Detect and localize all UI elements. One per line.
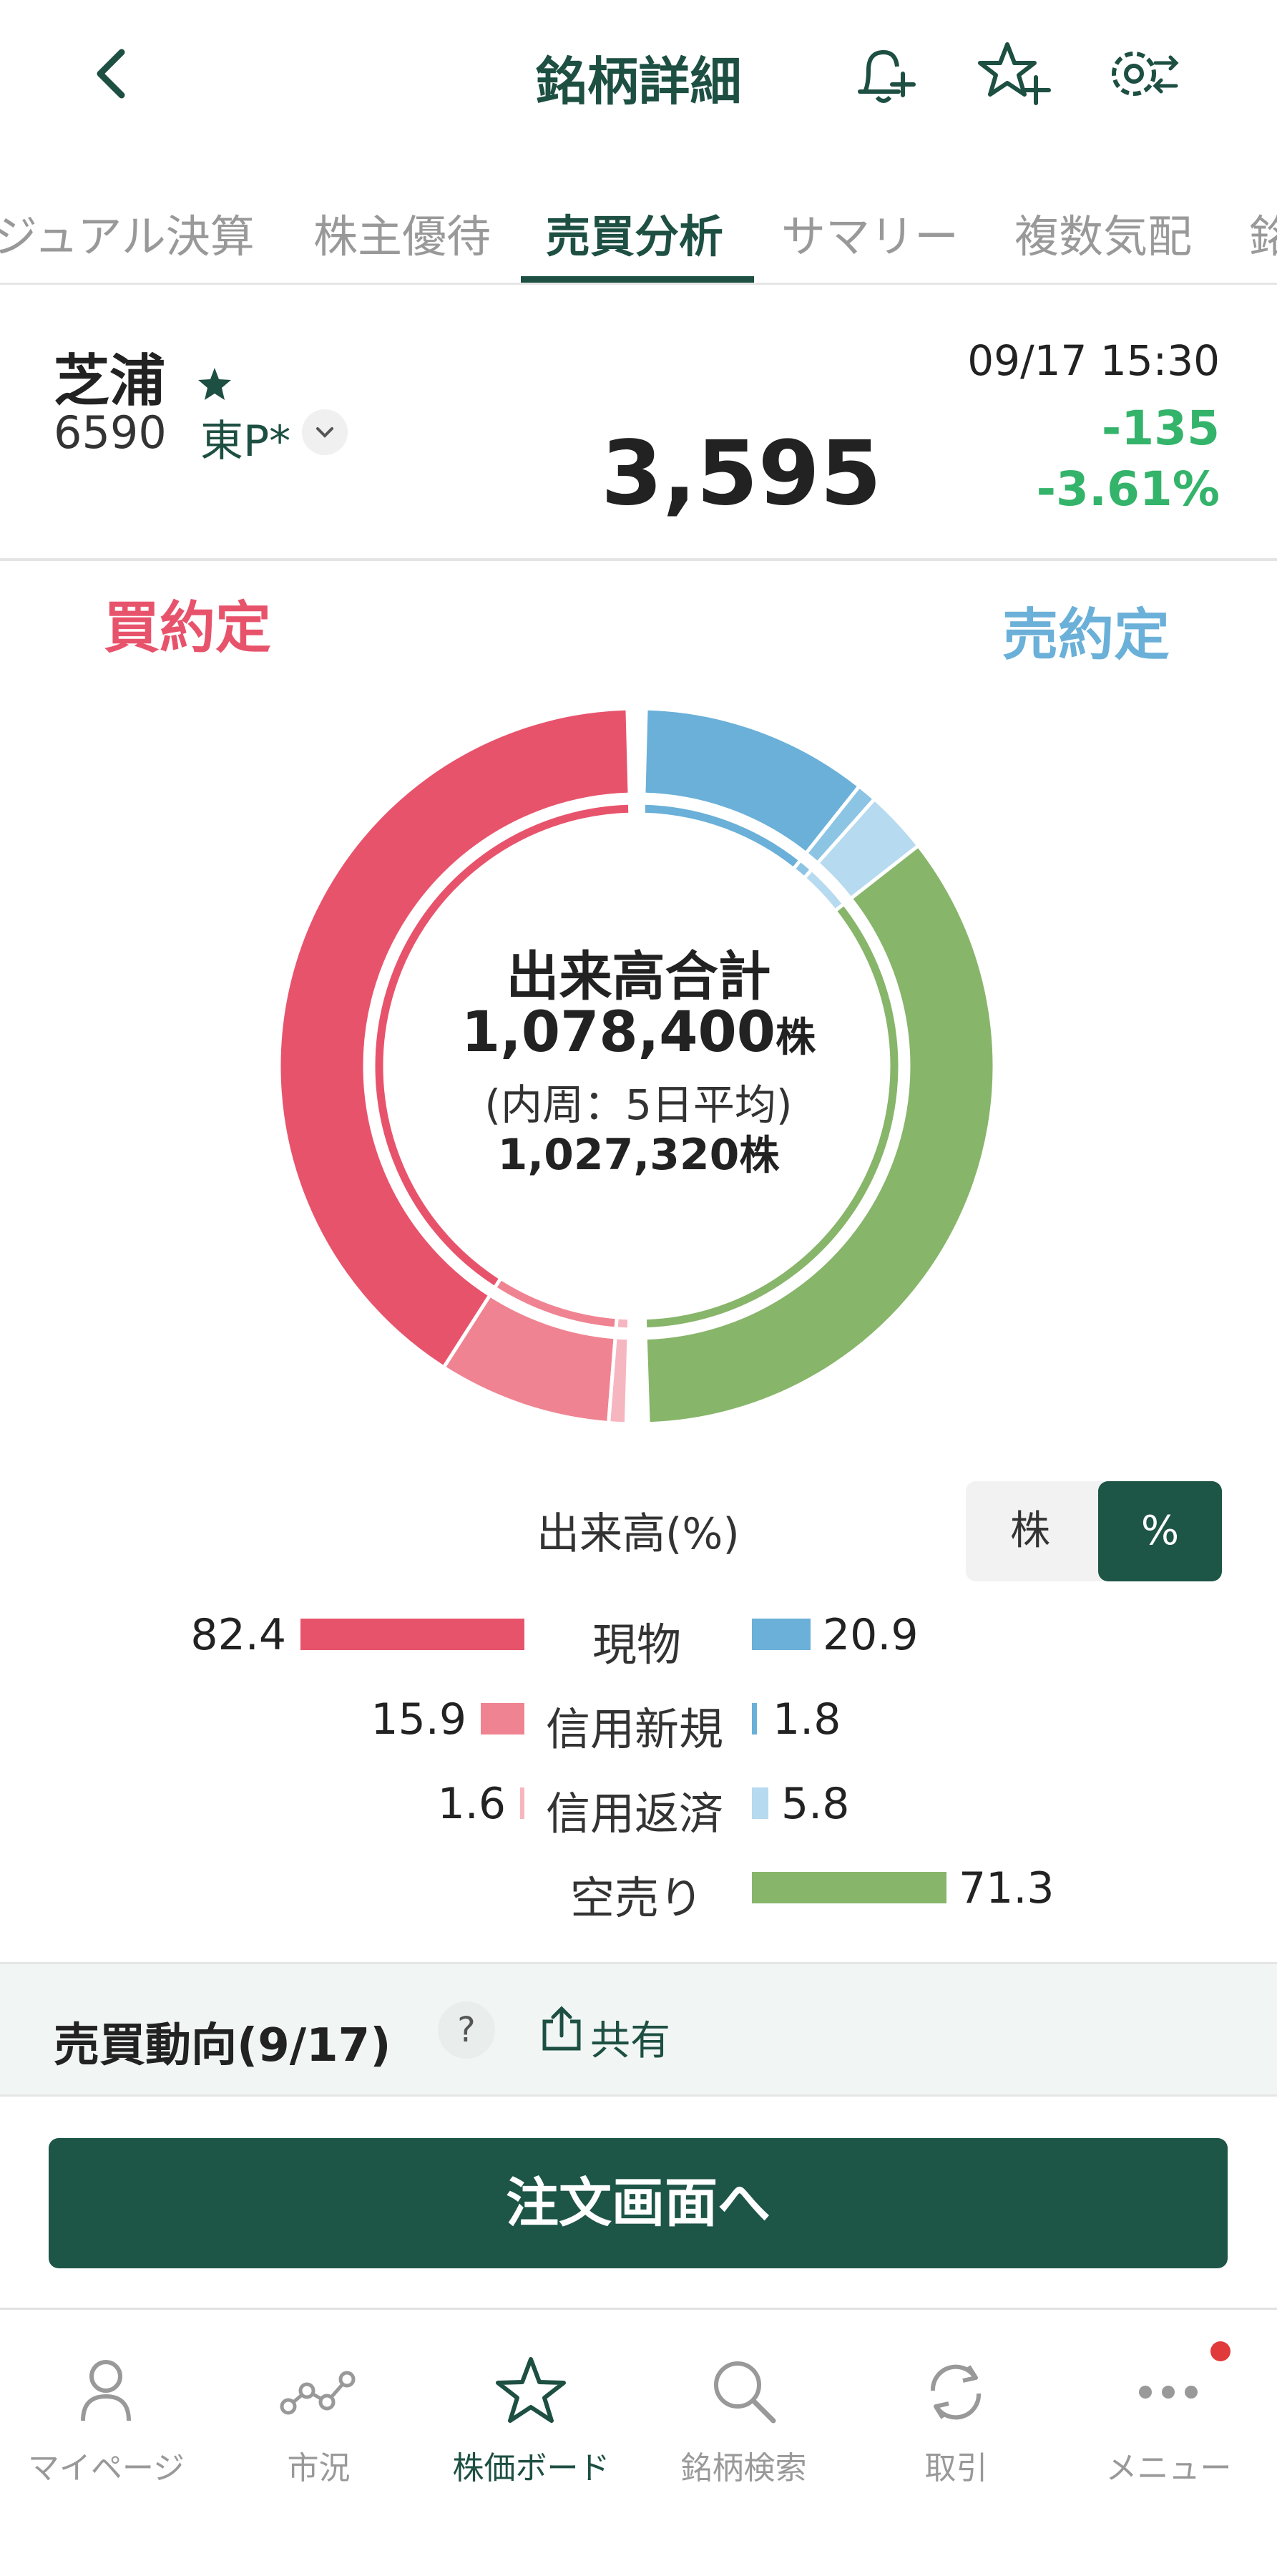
- stock-name-text: 芝浦: [54, 349, 166, 414]
- tab-summary[interactable]: サマリー: [781, 200, 959, 265]
- nav-trade-label: 取引: [924, 2450, 988, 2487]
- average-volume: 1,027,320株: [0, 1123, 1277, 1181]
- sell-spot-value: 20.9: [823, 1610, 919, 1660]
- sell-margin-new-value: 1.8: [773, 1694, 841, 1745]
- average-volume-value: 1,027,320: [497, 1130, 740, 1180]
- settings-swap-icon[interactable]: [1102, 34, 1180, 113]
- person-icon: [81, 2360, 131, 2421]
- tab-shareholder-benefits[interactable]: 株主優待: [313, 200, 491, 265]
- legend-label-margin-close: 信用返済: [546, 1787, 724, 1840]
- help-icon[interactable]: ?: [438, 2001, 495, 2059]
- nav-stock-board[interactable]: 株価ボード: [425, 2331, 637, 2546]
- buy-spot-bar: [300, 1619, 524, 1650]
- price-timestamp: 09/17 15:30: [967, 336, 1220, 385]
- total-volume-unit: 株: [776, 1015, 816, 1061]
- average-volume-unit: 株: [739, 1133, 780, 1179]
- buy-margin-close-value: 1.6: [437, 1779, 506, 1829]
- donut-center-title: 出来高合計: [506, 946, 771, 1008]
- favorite-star-icon[interactable]: [195, 365, 235, 405]
- market-graph-icon: [280, 2371, 356, 2415]
- short-sell-value: 71.3: [959, 1863, 1055, 1913]
- buy-margin-new-bar: [481, 1703, 524, 1735]
- active-tab-indicator: [521, 276, 754, 283]
- nav-my-page-label: マイページ: [27, 2450, 185, 2487]
- sell-margin-new-bar: [752, 1703, 757, 1735]
- tab-visual-settlement[interactable]: ジュアル決算: [0, 200, 255, 265]
- stock-name: 芝浦: [54, 336, 235, 416]
- legend-label-spot: 現物: [592, 1619, 682, 1671]
- legend-label-short-sell: 空売り: [570, 1872, 704, 1924]
- chevron-down-icon[interactable]: [302, 409, 348, 455]
- nav-menu-label: メニュー: [1105, 2450, 1232, 2487]
- price-change-percent: -3.61%: [1036, 462, 1220, 517]
- stock-code: 6590: [54, 406, 167, 459]
- nav-trade[interactable]: 取引: [850, 2331, 1062, 2546]
- buy-margin-new-value: 15.9: [371, 1694, 466, 1745]
- sell-execution-label: 売約定: [1002, 603, 1170, 668]
- short-sell-bar: [752, 1872, 946, 1903]
- trade-trend-title: 売買動向(9/17): [54, 2019, 391, 2072]
- nav-stock-board-label: 株価ボード: [452, 2450, 610, 2487]
- detail-tabs: ジュアル決算 株主優待 売買分析 サマリー 複数気配 銘: [0, 172, 1277, 285]
- buy-spot-value: 82.4: [190, 1610, 286, 1660]
- nav-stock-search-label: 銘柄検索: [680, 2450, 807, 2487]
- nav-menu[interactable]: メニュー: [1062, 2331, 1275, 2546]
- price-change: -135: [1101, 401, 1220, 456]
- trade-trend-bar: 売買動向(9/17) ? 共有: [0, 1962, 1277, 2097]
- search-icon: [714, 2361, 776, 2424]
- bell-plus-icon[interactable]: [844, 34, 923, 113]
- nav-market-label: 市況: [287, 2450, 351, 2487]
- inner-ring-note: (内周：5日平均): [484, 1080, 793, 1129]
- nav-market[interactable]: 市況: [212, 2331, 425, 2546]
- volume-donut-chart: [277, 708, 997, 1424]
- toggle-percent-button[interactable]: %: [1098, 1481, 1222, 1581]
- total-volume: 1,078,400株: [0, 1000, 1277, 1065]
- nav-stock-search[interactable]: 銘柄検索: [637, 2331, 850, 2546]
- share-icon: [542, 2006, 581, 2051]
- sell-margin-close-value: 5.8: [781, 1779, 850, 1829]
- market-label[interactable]: 東P*: [200, 406, 290, 469]
- tab-multiple-quotes[interactable]: 複数気配: [1014, 200, 1192, 265]
- order-screen-button[interactable]: 注文画面へ: [49, 2138, 1228, 2268]
- legend-label-margin-new: 信用新規: [546, 1703, 724, 1755]
- sell-margin-close-bar: [752, 1787, 768, 1819]
- sell-spot-bar: [752, 1619, 811, 1650]
- tab-trade-analysis[interactable]: 売買分析: [546, 200, 723, 265]
- current-price: 3,595: [601, 422, 882, 525]
- nav-my-page[interactable]: マイページ: [0, 2331, 212, 2546]
- share-label: 共有: [590, 2018, 670, 2064]
- refresh-icon: [930, 2364, 982, 2420]
- toggle-shares-button[interactable]: 株: [966, 1481, 1095, 1581]
- buy-margin-close-bar: [520, 1787, 524, 1819]
- star-icon: [496, 2357, 566, 2423]
- page-title: 銘柄詳細: [535, 52, 742, 112]
- bottom-navigation: マイページ 市況 株価ボード 銘柄検索 取引 メニュー: [0, 2308, 1277, 2576]
- volume-legend-title: 出来高(%): [537, 1509, 740, 1559]
- inner-buy-margin-close-arc: [614, 1315, 632, 1332]
- star-plus-icon[interactable]: [973, 34, 1052, 113]
- tab-more[interactable]: 銘: [1249, 200, 1277, 265]
- total-volume-value: 1,078,400: [461, 1000, 776, 1065]
- divider: [0, 558, 1277, 561]
- unit-toggle: 株 %: [966, 1481, 1222, 1581]
- buy-execution-label: 買約定: [104, 596, 272, 660]
- app-header: 銘柄詳細: [0, 0, 1277, 150]
- notification-dot: [1210, 2341, 1230, 2361]
- more-dots-icon: [1139, 2386, 1198, 2399]
